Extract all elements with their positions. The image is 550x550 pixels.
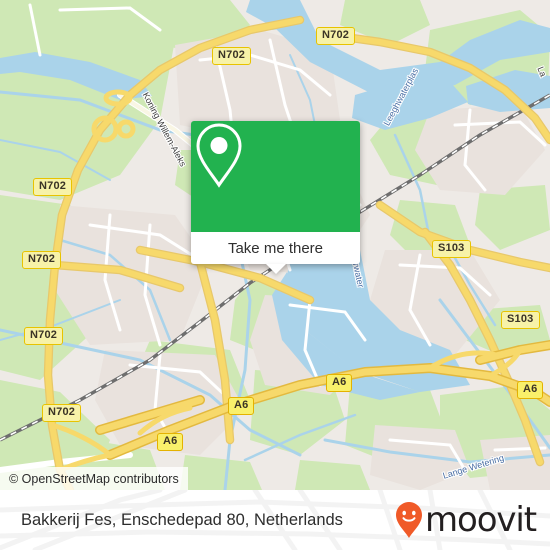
road-shield: S103 bbox=[432, 240, 471, 258]
road-shield: N702 bbox=[24, 327, 64, 345]
road-shield: A6 bbox=[228, 397, 255, 415]
road-shield: N702 bbox=[22, 251, 62, 269]
road-shield: A6 bbox=[157, 433, 184, 451]
road-shield: N702 bbox=[316, 27, 356, 45]
map-page: N702 N702 N702 N702 N702 N702 S103 S103 … bbox=[0, 0, 550, 550]
road-shield: N702 bbox=[33, 178, 73, 196]
moovit-smiley-pin-icon bbox=[395, 502, 422, 538]
place-title: Bakkerij Fes, Enschedepad 80, Netherland… bbox=[21, 510, 343, 529]
road-shield: N702 bbox=[212, 47, 252, 65]
location-popup-card[interactable]: Take me there bbox=[191, 121, 360, 274]
footer-bar: Bakkerij Fes, Enschedepad 80, Netherland… bbox=[0, 490, 550, 550]
road-shield: A6 bbox=[326, 374, 353, 392]
road-shield: N702 bbox=[42, 404, 82, 422]
road-shield: A6 bbox=[517, 381, 544, 399]
popup-action-bar[interactable]: Take me there bbox=[191, 232, 360, 274]
moovit-wordmark: moovit bbox=[424, 500, 537, 540]
location-pin-icon bbox=[196, 123, 242, 188]
popup-header bbox=[191, 121, 360, 232]
map-canvas[interactable]: N702 N702 N702 N702 N702 N702 S103 S103 … bbox=[0, 0, 550, 490]
attribution-text: © OpenStreetMap contributors bbox=[9, 471, 179, 486]
take-me-there-label: Take me there bbox=[227, 239, 324, 257]
map-attribution[interactable]: © OpenStreetMap contributors bbox=[0, 467, 188, 490]
road-shield: S103 bbox=[501, 311, 540, 329]
moovit-brand[interactable]: moovit bbox=[394, 490, 537, 550]
popup-tail bbox=[265, 264, 286, 274]
